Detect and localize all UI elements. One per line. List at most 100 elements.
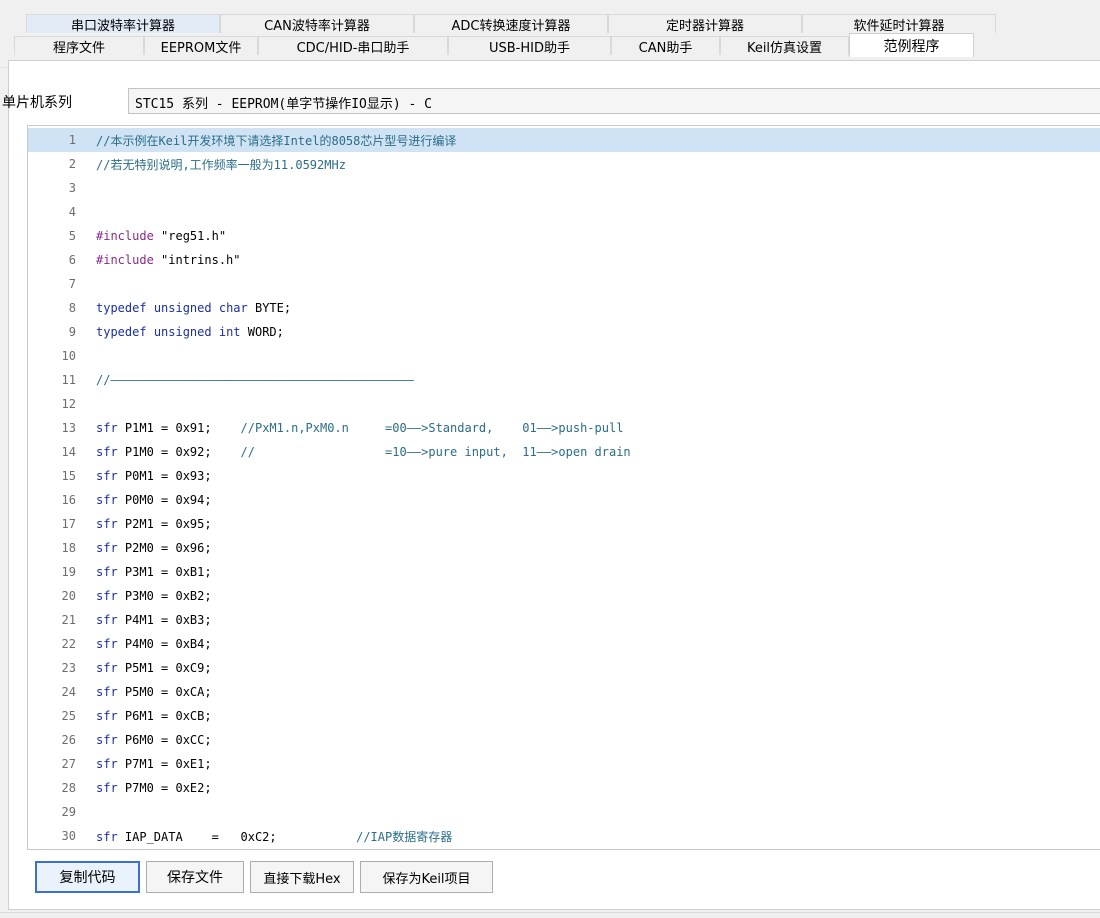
line-number: 17 <box>61 517 76 531</box>
code-text: typedef unsigned int WORD; <box>96 325 284 339</box>
tab-tool-4[interactable]: CAN助手 <box>611 36 720 55</box>
line-number: 14 <box>61 445 76 459</box>
code-line[interactable]: 16 sfr P0M0 = 0x94; <box>28 488 1100 512</box>
code-line[interactable]: 6 #include "intrins.h" <box>28 248 1100 272</box>
code-line[interactable]: 15 sfr P0M1 = 0x93; <box>28 464 1100 488</box>
line-number: 5 <box>68 229 76 243</box>
line-number: 16 <box>61 493 76 507</box>
code-editor[interactable]: 1 //本示例在Keil开发环境下请选择Intel的8058芯片型号进行编译 2 //… <box>27 125 1100 850</box>
series-label: 单片机系列 <box>2 95 72 111</box>
code-line[interactable]: 17 sfr P2M1 = 0x95; <box>28 512 1100 536</box>
line-number: 13 <box>61 421 76 435</box>
line-number: 27 <box>61 757 76 771</box>
series-select[interactable]: STC15 系列 - EEPROM(单字节操作IO显示) - C <box>128 88 1100 114</box>
code-text: sfr P7M1 = 0xE1; <box>96 757 212 771</box>
tab-calculator-3[interactable]: 定时器计算器 <box>608 14 802 33</box>
code-line[interactable]: 26 sfr P6M0 = 0xCC; <box>28 728 1100 752</box>
line-number: 19 <box>61 565 76 579</box>
code-line[interactable]: 19 sfr P3M1 = 0xB1; <box>28 560 1100 584</box>
series-row: 单片机系列 STC15 系列 - EEPROM(单字节操作IO显示) - C <box>0 88 1100 116</box>
code-text: sfr P6M0 = 0xCC; <box>96 733 212 747</box>
code-line[interactable]: 22 sfr P4M0 = 0xB4; <box>28 632 1100 656</box>
code-line[interactable]: 28 sfr P7M0 = 0xE2; <box>28 776 1100 800</box>
code-line[interactable]: 12 <box>28 392 1100 416</box>
code-line[interactable]: 30 sfr IAP_DATA = 0xC2; //IAP数据寄存器 <box>28 824 1100 848</box>
line-number: 3 <box>68 181 76 195</box>
code-line[interactable]: 24 sfr P5M0 = 0xCA; <box>28 680 1100 704</box>
tab-tool-6[interactable]: 范例程序 <box>849 33 974 57</box>
code-line[interactable]: 3 <box>28 176 1100 200</box>
tab-tool-3[interactable]: USB-HID助手 <box>448 36 611 55</box>
code-text: sfr P6M1 = 0xCB; <box>96 709 212 723</box>
tab-tool-5[interactable]: Keil仿真设置 <box>720 36 849 55</box>
save-keil-project-button[interactable]: 保存为Keil项目 <box>360 861 493 893</box>
line-number: 9 <box>68 325 76 339</box>
code-text: sfr P5M1 = 0xC9; <box>96 661 212 675</box>
line-number: 26 <box>61 733 76 747</box>
tab-tool-0[interactable]: 程序文件 <box>14 36 144 55</box>
tab-calculator-0[interactable]: 串口波特率计算器 <box>26 14 220 33</box>
line-number: 11 <box>61 373 76 387</box>
copy-code-button[interactable]: 复制代码 <box>35 861 140 893</box>
tab-calculator-2[interactable]: ADC转换速度计算器 <box>414 14 608 33</box>
line-number: 18 <box>61 541 76 555</box>
code-text: sfr P4M0 = 0xB4; <box>96 637 212 651</box>
left-strip <box>0 60 8 912</box>
tab-tool-2[interactable]: CDC/HID-串口助手 <box>258 36 448 55</box>
line-number: 22 <box>61 637 76 651</box>
code-text: sfr P3M1 = 0xB1; <box>96 565 212 579</box>
line-number: 1 <box>68 133 76 147</box>
code-line[interactable]: 20 sfr P3M0 = 0xB2; <box>28 584 1100 608</box>
line-number: 8 <box>68 301 76 315</box>
code-text: sfr P1M1 = 0x91; //PxM1.n,PxM0.n =00——>S… <box>96 421 624 435</box>
code-line[interactable]: 14 sfr P1M0 = 0x92; // =10——>pure input, … <box>28 440 1100 464</box>
code-line[interactable]: 1 //本示例在Keil开发环境下请选择Intel的8058芯片型号进行编译 <box>28 128 1100 152</box>
tab-row-calculators: 串口波特率计算器 CAN波特率计算器 ADC转换速度计算器 定时器计算器 软件延时计算器 <box>26 14 996 34</box>
code-text: sfr P2M1 = 0x95; <box>96 517 212 531</box>
line-number: 25 <box>61 709 76 723</box>
code-line[interactable]: 4 <box>28 200 1100 224</box>
line-number: 15 <box>61 469 76 483</box>
tab-tool-1[interactable]: EEPROM文件 <box>144 36 258 55</box>
line-number: 24 <box>61 685 76 699</box>
code-text: sfr P5M0 = 0xCA; <box>96 685 212 699</box>
code-text: sfr P0M1 = 0x93; <box>96 469 212 483</box>
code-line[interactable]: 5 #include "reg51.h" <box>28 224 1100 248</box>
line-number: 20 <box>61 589 76 603</box>
line-number: 10 <box>61 349 76 363</box>
code-line[interactable]: 7 <box>28 272 1100 296</box>
line-number: 2 <box>68 157 76 171</box>
code-line[interactable]: 25 sfr P6M1 = 0xCB; <box>28 704 1100 728</box>
code-text: #include "intrins.h" <box>96 253 241 267</box>
line-number: 29 <box>61 805 76 819</box>
code-line[interactable]: 27 sfr P7M1 = 0xE1; <box>28 752 1100 776</box>
code-line[interactable]: 29 <box>28 800 1100 824</box>
bottom-border <box>0 912 1100 913</box>
code-line[interactable]: 18 sfr P2M0 = 0x96; <box>28 536 1100 560</box>
line-number: 7 <box>68 277 76 291</box>
line-number: 23 <box>61 661 76 675</box>
line-number: 4 <box>68 205 76 219</box>
code-text: #include "reg51.h" <box>96 229 227 243</box>
line-number: 6 <box>68 253 76 267</box>
code-line[interactable]: 21 sfr P4M1 = 0xB3; <box>28 608 1100 632</box>
code-line[interactable]: 23 sfr P5M1 = 0xC9; <box>28 656 1100 680</box>
code-text: sfr P3M0 = 0xB2; <box>96 589 212 603</box>
code-line[interactable]: 2 //若无特别说明,工作频率一般为11.0592MHz <box>28 152 1100 176</box>
save-file-button[interactable]: 保存文件 <box>146 861 244 893</box>
code-text: sfr P2M0 = 0x96; <box>96 541 212 555</box>
code-line[interactable]: 10 <box>28 344 1100 368</box>
code-text: sfr P7M0 = 0xE2; <box>96 781 212 795</box>
code-text: sfr IAP_DATA = 0xC2; //IAP数据寄存器 <box>96 829 453 844</box>
code-text: //——————————————————————————————————————… <box>96 373 414 387</box>
tab-calculator-4[interactable]: 软件延时计算器 <box>802 14 996 33</box>
tab-calculator-1[interactable]: CAN波特率计算器 <box>220 14 414 33</box>
code-line[interactable]: 9 typedef unsigned int WORD; <box>28 320 1100 344</box>
code-line[interactable]: 13 sfr P1M1 = 0x91; //PxM1.n,PxM0.n =00——… <box>28 416 1100 440</box>
code-line[interactable]: 11 //————————————————————————————————————… <box>28 368 1100 392</box>
button-bar: 复制代码 保存文件 直接下载Hex 保存为Keil项目 <box>35 861 493 893</box>
line-number: 28 <box>61 781 76 795</box>
download-hex-button[interactable]: 直接下载Hex <box>250 861 354 893</box>
code-line[interactable]: 8 typedef unsigned char BYTE; <box>28 296 1100 320</box>
code-text: //本示例在Keil开发环境下请选择Intel的8058芯片型号进行编译 <box>96 133 457 148</box>
